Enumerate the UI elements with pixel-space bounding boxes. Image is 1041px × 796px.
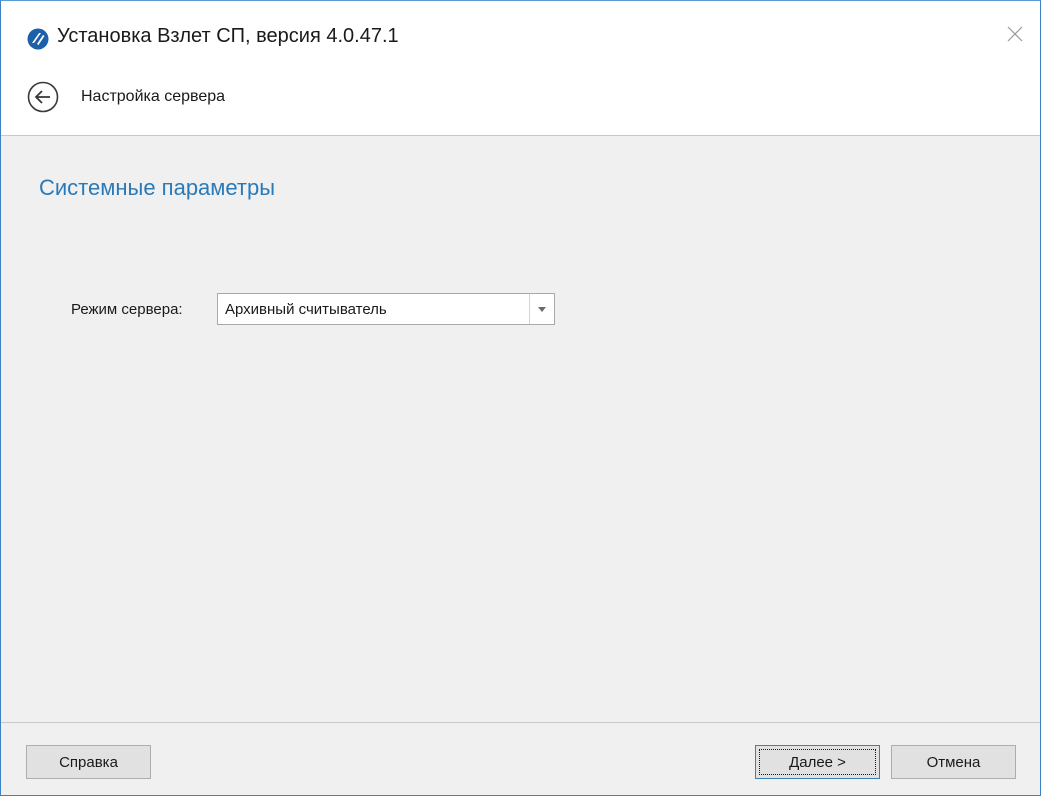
back-arrow-icon[interactable] <box>27 81 59 113</box>
server-mode-select[interactable]: Архивный считыватель <box>217 293 555 325</box>
server-mode-value: Архивный считыватель <box>225 301 387 318</box>
header: Установка Взлет СП, версия 4.0.47.1 Наст… <box>1 1 1040 136</box>
app-logo-icon <box>27 28 49 50</box>
close-icon[interactable] <box>1002 21 1028 47</box>
installer-window: Установка Взлет СП, версия 4.0.47.1 Наст… <box>0 0 1041 796</box>
cancel-button[interactable]: Отмена <box>891 745 1016 779</box>
chevron-down-icon[interactable] <box>529 294 554 324</box>
server-mode-label: Режим сервера: <box>71 301 183 318</box>
help-button[interactable]: Справка <box>26 745 151 779</box>
next-button[interactable]: Далее > <box>755 745 880 779</box>
footer-divider <box>1 722 1040 723</box>
step-title: Настройка сервера <box>81 88 226 105</box>
section-title: Системные параметры <box>39 175 276 200</box>
next-button-label: Далее > <box>759 749 876 775</box>
window-title: Установка Взлет СП, версия 4.0.47.1 <box>57 25 399 47</box>
